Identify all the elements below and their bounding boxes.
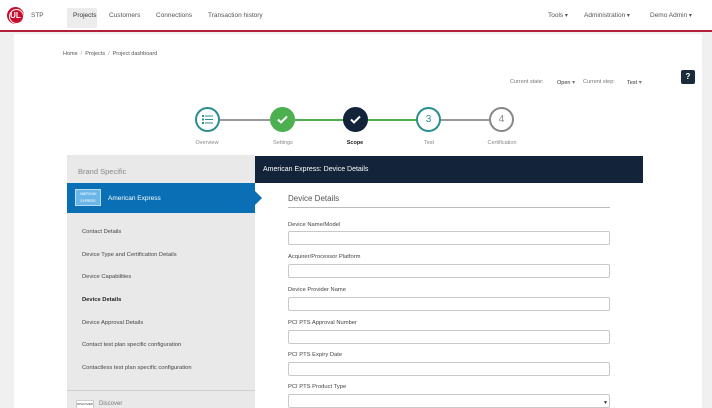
brand-specific-header: Brand Specific [78,167,127,176]
pci-product-type-select[interactable] [288,394,610,408]
step-label-overview: Overview [195,140,219,146]
brand-item-discover[interactable]: Discover [99,401,122,407]
section-title: Device Details [288,194,340,203]
label-pci-product-type: PCI PTS Product Type [288,384,347,390]
stepper-connector [295,119,345,121]
current-state-label: Current state: [510,79,544,85]
device-provider-input[interactable] [288,297,610,311]
step-scope[interactable] [343,107,368,132]
pci-expiry-date-input[interactable] [288,362,610,376]
check-icon [277,115,288,124]
label-device-provider: Device Provider Name [288,287,346,293]
step-label-scope: Scope [346,140,364,146]
nav-projects[interactable]: Projects [73,12,96,19]
discover-logo: DISCOVER [76,400,94,408]
nav-user-dropdown[interactable]: Demo Admin [650,12,692,19]
stepper-connector [440,119,490,121]
step-overview[interactable] [195,107,220,132]
app-name[interactable]: STP [31,12,44,19]
sidebar-item-device-approval[interactable]: Device Approval Details [82,320,143,326]
nav-administration-dropdown[interactable]: Administration [584,12,630,19]
step-certification[interactable]: 4 [489,107,514,132]
step-test[interactable]: 3 [416,107,441,132]
nav-customers[interactable]: Customers [109,12,140,19]
ul-logo[interactable]: UL [7,7,24,24]
breadcrumb-current: Project dashboard [112,51,158,57]
label-device-name: Device Name/Model [288,222,341,228]
acquirer-platform-input[interactable] [288,264,610,278]
section-divider [288,207,610,208]
check-icon [350,115,361,124]
label-pci-approval-number: PCI PTS Approval Number [288,320,357,326]
breadcrumb-projects[interactable]: Projects [85,51,105,57]
breadcrumb: Home / Projects / Project dashboard [63,51,158,57]
nav-tools-dropdown[interactable]: Tools [548,12,568,19]
sidebar-divider [67,390,255,391]
sidebar-item-contact-details[interactable]: Contact Details [82,229,121,235]
stepper-connector [368,119,418,121]
device-name-input[interactable] [288,231,610,245]
nav-transaction-history[interactable]: Transaction history [208,12,263,19]
label-acquirer-platform: Acquirer/Processor Platform [288,254,361,260]
amex-logo: AMERICAN EXPRESS [75,189,101,206]
stepper-connector [220,119,270,121]
step-label-test: Test [423,140,435,146]
sidebar-item-contact-config[interactable]: Contact test plan specific configuration [82,342,181,348]
pci-approval-number-input[interactable] [288,330,610,344]
step-label-settings: Settings [273,140,293,146]
form-header: American Express: Device Details [255,156,643,183]
help-icon[interactable]: ? [681,70,695,84]
nav-connections[interactable]: Connections [156,12,192,19]
label-pci-expiry-date: PCI PTS Expiry Date [288,352,343,358]
sidebar-item-contactless-config[interactable]: Contactless test plan specific configura… [82,365,192,371]
chevron-down-icon: ▼ [603,400,608,406]
step-settings[interactable] [270,107,295,132]
sidebar-item-device-details[interactable]: Device Details [82,297,121,303]
current-step-label: Current step: [583,79,615,85]
breadcrumb-home[interactable]: Home [63,51,78,57]
sidebar-item-device-capabilities[interactable]: Device Capabilities [82,274,131,280]
list-icon [202,115,213,124]
current-state-dropdown[interactable]: Open [557,79,575,86]
current-step-dropdown[interactable]: Test [627,79,642,86]
sidebar-item-device-type[interactable]: Device Type and Certification Details [82,252,177,258]
top-navbar: UL STP Projects Customers Connections Tr… [0,0,712,32]
step-label-certification: Certification [487,140,517,146]
brand-name-amex[interactable]: American Express [108,195,161,202]
